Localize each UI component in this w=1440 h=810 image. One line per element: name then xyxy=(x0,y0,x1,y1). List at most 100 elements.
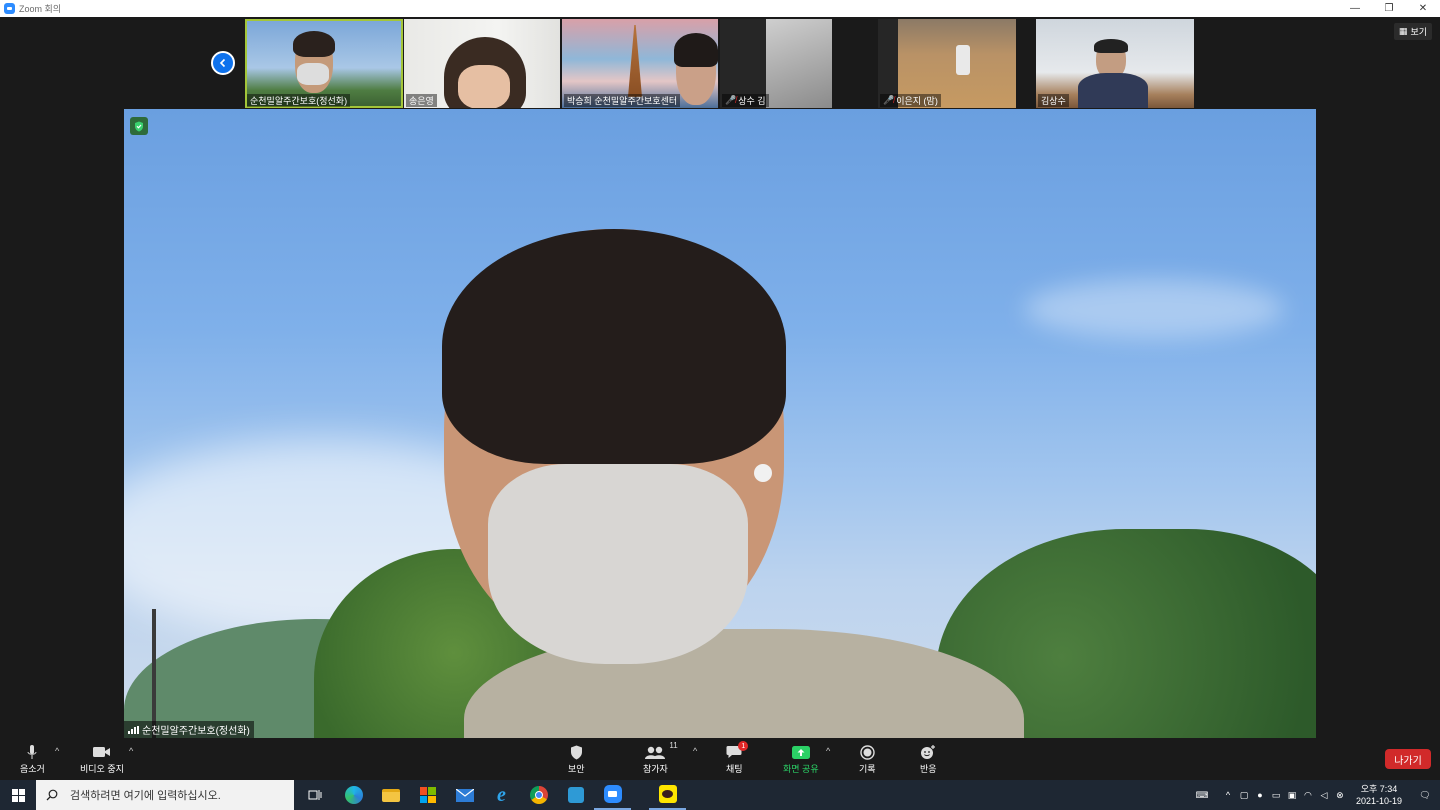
stop-video-label: 비디오 중지 xyxy=(80,764,124,774)
view-button[interactable]: ▦ 보기 xyxy=(1393,23,1432,40)
participant-thumbnail[interactable]: 🎤̸ 이은지 (맘) xyxy=(878,19,1016,108)
tray-app-icon[interactable]: ▢ xyxy=(1236,790,1252,801)
task-view-button[interactable] xyxy=(296,780,333,810)
mail-icon xyxy=(455,788,474,802)
mute-label: 음소거 xyxy=(20,764,45,774)
participant-thumbnail[interactable]: 김상수 xyxy=(1036,19,1194,108)
taskbar-app-security[interactable] xyxy=(557,780,594,810)
encryption-shield-icon[interactable] xyxy=(130,117,148,135)
clock-time: 오후 7:34 xyxy=(1360,784,1398,794)
record-label: 기록 xyxy=(859,764,876,774)
cup-icon xyxy=(956,45,970,75)
active-speaker-video[interactable]: 순천밀알주간보호(정선화) xyxy=(124,109,1316,739)
video-options-caret-icon[interactable]: ^ xyxy=(129,746,133,756)
audio-options-caret-icon[interactable]: ^ xyxy=(55,746,59,756)
participant-name: 🎤̸ 상수 김 xyxy=(722,94,769,107)
speaker-earbud xyxy=(754,464,772,482)
system-tray: ⌨ ^ ▢ ● ▭ ▣ ◠ ◁ ⊗ 오후 7:34 2021-10-19 🗨 xyxy=(1194,780,1440,810)
chat-button[interactable]: 1 채팅 xyxy=(726,741,749,775)
thumbnail-prev-button[interactable] xyxy=(211,51,235,75)
participant-thumbnail[interactable]: 순천밀알주간보호(정선화) xyxy=(245,19,403,108)
folder-icon xyxy=(381,788,400,802)
volume-icon[interactable]: ◁ xyxy=(1316,790,1332,801)
clock-date: 2021-10-19 xyxy=(1355,796,1402,806)
eiffel-tower-icon xyxy=(628,25,642,97)
participants-count: 11 xyxy=(669,741,678,750)
participant-body xyxy=(1078,73,1148,108)
keyboard-layout-icon[interactable]: ⌨ xyxy=(1194,790,1210,801)
participant-name: 김상수 xyxy=(1038,94,1069,107)
notification-center-icon[interactable]: 🗨 xyxy=(1410,790,1440,801)
taskbar-clock[interactable]: 오후 7:34 2021-10-19 xyxy=(1348,783,1410,807)
taskbar-app-edge[interactable] xyxy=(335,780,372,810)
view-button-label: 보기 xyxy=(1410,27,1427,37)
battery-icon[interactable]: ▭ xyxy=(1268,790,1284,801)
edge-icon xyxy=(344,786,363,804)
mute-button[interactable]: 음소거 xyxy=(20,744,45,775)
active-speaker-name: 순천밀알주간보호(정선화) xyxy=(142,726,250,737)
participant-name: 송은영 xyxy=(406,94,437,107)
close-circle-icon[interactable]: ⊗ xyxy=(1332,790,1348,801)
participant-thumbnail[interactable]: 박승희 순천밀알주간보호센터 xyxy=(562,19,718,108)
chrome-icon xyxy=(529,786,548,804)
participants-button[interactable]: 11 참가자 xyxy=(643,741,678,775)
share-options-caret-icon[interactable]: ^ xyxy=(826,746,830,756)
display-icon[interactable]: ▣ xyxy=(1284,790,1300,801)
mic-muted-icon: 🎤̸ xyxy=(883,95,895,105)
participant-thumbnail[interactable]: 🎤̸ 상수 김 xyxy=(720,19,832,108)
security-label: 보안 xyxy=(568,764,585,774)
participant-hair xyxy=(293,31,335,57)
zoom-logo-icon xyxy=(4,3,15,14)
smiley-plus-icon xyxy=(921,744,936,759)
taskbar-app-mail[interactable] xyxy=(446,780,483,810)
wifi-icon[interactable]: ◠ xyxy=(1300,790,1316,801)
taskbar-app-kakaotalk[interactable] xyxy=(649,780,686,810)
participant-video xyxy=(766,19,832,108)
microphone-tray-icon[interactable]: ● xyxy=(1252,790,1268,800)
participant-name-text: 이은지 (맘) xyxy=(896,96,938,106)
speaker-hair xyxy=(442,229,786,464)
leave-meeting-button[interactable]: 나가기 xyxy=(1385,749,1431,769)
participants-icon xyxy=(645,746,666,759)
close-button[interactable]: ✕ xyxy=(1406,0,1440,17)
participant-thumbnail[interactable]: 송은영 xyxy=(404,19,560,108)
taskbar-app-store[interactable] xyxy=(409,780,446,810)
video-pole xyxy=(152,609,156,739)
active-speaker-name-label: 순천밀알주간보호(정선화) xyxy=(124,721,254,738)
taskbar-app-internet-explorer[interactable]: e xyxy=(483,780,520,810)
store-bag-icon xyxy=(419,787,436,803)
participant-name-text: 상수 김 xyxy=(738,96,766,106)
windows-start-button[interactable] xyxy=(0,780,36,810)
participants-options-caret-icon[interactable]: ^ xyxy=(693,746,697,756)
taskbar-app-file-explorer[interactable] xyxy=(372,780,409,810)
speaker-mask xyxy=(488,464,748,664)
stop-video-button[interactable]: 비디오 중지 xyxy=(80,744,124,775)
meeting-toolbar: 음소거 ^ 비디오 중지 ^ 보안 11 참가자 ^ 1 채팅 화면 공유 ^ … xyxy=(0,738,1440,780)
tray-overflow-chevron-icon[interactable]: ^ xyxy=(1220,790,1236,800)
record-button[interactable]: 기록 xyxy=(859,744,876,775)
microphone-icon xyxy=(27,744,37,759)
windows-taskbar: 검색하려면 여기에 입력하십시오. e ⌨ ^ ▢ ● ▭ ▣ ◠ ◁ ⊗ 오후… xyxy=(0,780,1440,810)
chat-unread-badge: 1 xyxy=(738,741,749,751)
reactions-button[interactable]: 반응 xyxy=(920,744,937,775)
participant-name-text: 송은영 xyxy=(409,96,434,106)
grid-icon: ▦ xyxy=(1398,26,1408,36)
minimize-button[interactable]: — xyxy=(1338,0,1372,17)
video-cloud xyxy=(1024,279,1284,339)
meeting-area: 순천밀알주간보호(정선화) 송은영 박승희 순천밀알주간보호센터 🎤̸ 상수 김 … xyxy=(0,17,1440,739)
app-shield-icon xyxy=(567,787,584,803)
zoom-app-icon xyxy=(603,785,622,803)
participants-label: 참가자 xyxy=(643,764,668,774)
security-button[interactable]: 보안 xyxy=(568,744,585,775)
taskbar-app-zoom[interactable] xyxy=(594,780,631,810)
restore-button[interactable]: ❐ xyxy=(1372,0,1406,17)
taskbar-app-chrome[interactable] xyxy=(520,780,557,810)
participant-hair xyxy=(1094,39,1128,53)
share-screen-button[interactable]: 화면 공유 xyxy=(783,744,819,775)
mic-muted-icon: 🎤̸ xyxy=(725,95,737,105)
taskbar-search-box[interactable]: 검색하려면 여기에 입력하십시오. xyxy=(36,780,294,810)
kakaotalk-icon xyxy=(658,785,677,803)
record-icon xyxy=(860,744,875,760)
share-screen-label: 화면 공유 xyxy=(783,764,819,774)
internet-explorer-icon: e xyxy=(497,783,506,806)
